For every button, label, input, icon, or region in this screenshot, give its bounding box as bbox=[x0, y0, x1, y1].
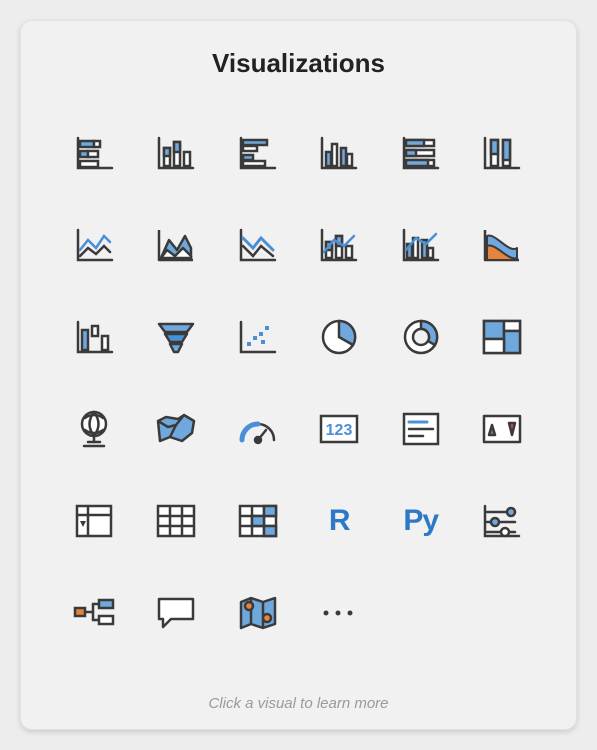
python-visual-icon[interactable]: Py bbox=[391, 491, 451, 551]
map-globe-icon[interactable] bbox=[65, 399, 125, 459]
line-stacked-column-icon[interactable] bbox=[309, 215, 369, 275]
multi-row-card-icon[interactable] bbox=[391, 399, 451, 459]
table-icon[interactable] bbox=[146, 491, 206, 551]
hundred-stacked-bar-horizontal-icon[interactable] bbox=[391, 123, 451, 183]
r-visual-icon[interactable]: R bbox=[309, 491, 369, 551]
hundred-stacked-column-icon[interactable] bbox=[472, 123, 532, 183]
waterfall-chart-icon[interactable] bbox=[65, 307, 125, 367]
card-number-icon[interactable]: 123 bbox=[309, 399, 369, 459]
pie-chart-icon[interactable] bbox=[309, 307, 369, 367]
kpi-icon[interactable] bbox=[472, 399, 532, 459]
visualizations-panel: Visualizations bbox=[20, 20, 577, 730]
line-clustered-column-icon[interactable] bbox=[391, 215, 451, 275]
donut-chart-icon[interactable] bbox=[391, 307, 451, 367]
clustered-bar-horizontal-icon[interactable] bbox=[228, 123, 288, 183]
line-chart-icon[interactable] bbox=[65, 215, 125, 275]
py-script-label: Py bbox=[403, 504, 438, 538]
stacked-area-chart-icon[interactable] bbox=[228, 215, 288, 275]
treemap-icon[interactable] bbox=[472, 307, 532, 367]
decomposition-tree-icon[interactable] bbox=[65, 583, 125, 643]
matrix-icon[interactable] bbox=[228, 491, 288, 551]
funnel-chart-icon[interactable] bbox=[146, 307, 206, 367]
key-influencers-icon[interactable] bbox=[472, 491, 532, 551]
ribbon-chart-icon[interactable] bbox=[472, 215, 532, 275]
panel-title: Visualizations bbox=[54, 48, 543, 79]
clustered-bar-vertical-icon[interactable] bbox=[309, 123, 369, 183]
stacked-bar-vertical-icon[interactable] bbox=[146, 123, 206, 183]
stacked-bar-horizontal-icon[interactable] bbox=[65, 123, 125, 183]
filled-map-icon[interactable] bbox=[146, 399, 206, 459]
gauge-icon[interactable] bbox=[228, 399, 288, 459]
qa-visual-icon[interactable] bbox=[146, 583, 206, 643]
slicer-icon[interactable] bbox=[65, 491, 125, 551]
arcgis-map-icon[interactable] bbox=[228, 583, 288, 643]
r-script-label: R bbox=[329, 504, 350, 538]
scatter-chart-icon[interactable] bbox=[228, 307, 288, 367]
panel-footer-hint: Click a visual to learn more bbox=[54, 695, 543, 712]
area-chart-icon[interactable] bbox=[146, 215, 206, 275]
visualizations-grid: 123 bbox=[54, 107, 543, 691]
card-number-text: 123 bbox=[326, 422, 353, 439]
more-visuals-icon[interactable] bbox=[309, 583, 369, 643]
